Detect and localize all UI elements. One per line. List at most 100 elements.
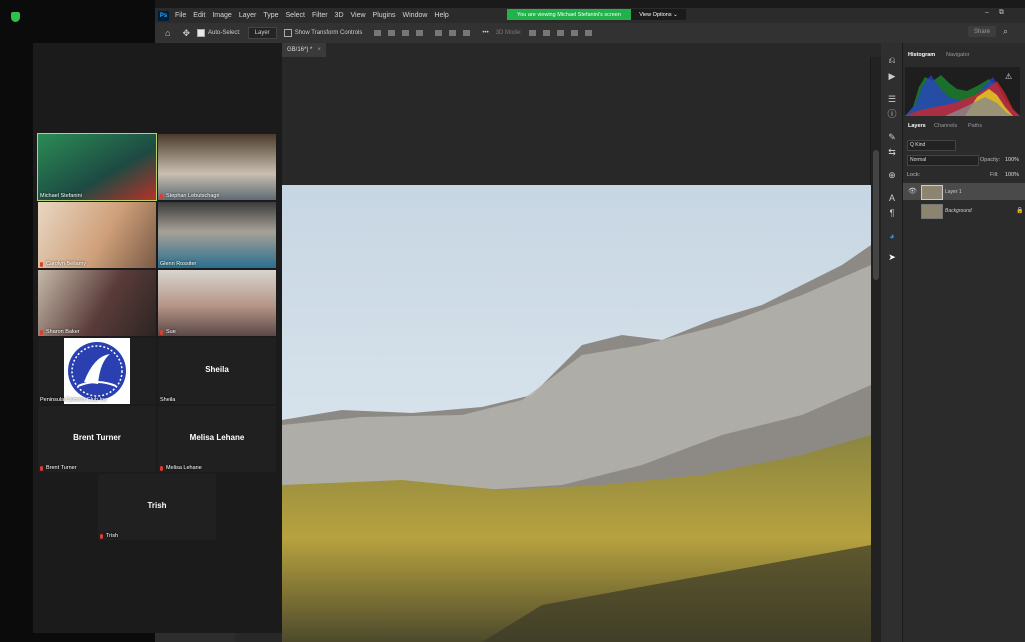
auto-select-target-dropdown[interactable]: Layer <box>247 27 277 39</box>
adjustments-icon[interactable]: ☰ <box>887 95 897 104</box>
layer-thumbnail <box>921 204 943 219</box>
layer-thumbnail <box>921 185 943 200</box>
actions-play-icon[interactable]: ▶ <box>887 72 897 81</box>
status-bar <box>155 633 235 642</box>
opacity-label: Opacity: <box>980 157 1001 163</box>
tab-layers[interactable]: Layers <box>908 123 926 129</box>
opacity-value[interactable]: 100% <box>1005 157 1019 163</box>
share-button[interactable]: Share <box>968 26 996 37</box>
3d-pan-icon[interactable] <box>556 30 564 36</box>
more-options-icon[interactable]: ••• <box>482 30 488 36</box>
participant-display-name: Sheila <box>205 365 229 374</box>
transform-controls-checkbox[interactable] <box>283 29 292 37</box>
tab-paths[interactable]: Paths <box>968 123 982 129</box>
participant-tile[interactable]: Melisa Lehane Melisa Lehane <box>158 406 276 472</box>
camera-club-logo <box>64 338 130 404</box>
vertical-scrollbar[interactable] <box>871 57 881 642</box>
distribute-center-icon[interactable] <box>449 30 457 36</box>
brush-settings-icon[interactable]: ✎ <box>887 133 897 142</box>
paragraph-icon[interactable]: ¶ <box>887 209 897 218</box>
properties-icon[interactable]: ⇆ <box>887 148 897 157</box>
3d-roll-icon[interactable] <box>542 30 550 36</box>
muted-mic-icon <box>160 193 163 199</box>
window-controls[interactable]: – ⧉ <box>985 9 1008 17</box>
align-center-icon[interactable] <box>388 30 396 36</box>
scrollbar-thumb[interactable] <box>873 150 879 280</box>
screen-share-banner: You are viewing Michael Stefanini's scre… <box>507 9 631 20</box>
histogram-graph <box>905 75 1020 116</box>
home-icon[interactable]: ⌂ <box>165 28 170 38</box>
auto-select-checkbox[interactable] <box>196 29 205 37</box>
right-panels <box>903 43 1025 642</box>
participant-name: Sheila <box>160 397 176 403</box>
canvas-photo[interactable] <box>282 185 871 642</box>
participant-name: Peninsula Camera Club Inc <box>40 397 107 403</box>
3d-slide-icon[interactable] <box>570 30 578 36</box>
participant-name: Glenn Rossiter <box>160 261 197 267</box>
participant-tile[interactable]: Brent Turner Brent Turner <box>38 406 156 472</box>
3d-mode-label: 3D Mode: <box>495 30 522 36</box>
menu-image[interactable]: Image <box>212 12 231 19</box>
participant-name: Sue <box>166 329 176 335</box>
layer-row-background[interactable]: Background 🔒 <box>903 202 1025 219</box>
distribute-right-icon[interactable] <box>463 30 471 36</box>
participant-name: Sharon Baker <box>46 329 80 335</box>
3d-rotate-icon[interactable] <box>528 30 536 36</box>
tab-channels[interactable]: Channels <box>934 123 957 129</box>
visibility-eye-icon[interactable]: 👁 <box>908 187 917 195</box>
participant-name: Brent Turner <box>46 465 77 471</box>
layer-name: Background <box>945 208 972 214</box>
participant-tile[interactable]: Sharon Baker <box>38 270 156 336</box>
clone-source-icon[interactable]: ⊕ <box>887 171 897 180</box>
tab-histogram[interactable]: Histogram <box>908 52 935 58</box>
libraries-icon[interactable]: ◕ <box>887 232 897 241</box>
mountain-photo <box>282 185 871 642</box>
fill-value[interactable]: 100% <box>1005 172 1019 178</box>
menu-filter[interactable]: Filter <box>312 12 328 19</box>
character-icon[interactable]: A <box>887 194 897 203</box>
menu-view[interactable]: View <box>351 12 366 19</box>
fill-label: Fill: <box>990 172 999 178</box>
participant-tile[interactable]: Sheila Sheila <box>158 338 276 404</box>
menu-help[interactable]: Help <box>434 12 448 19</box>
info-icon[interactable]: ⓘ <box>887 110 897 119</box>
history-icon[interactable]: ⎌ <box>887 56 897 65</box>
participant-tile[interactable]: Peninsula Camera Club Inc <box>38 338 156 404</box>
menu-select[interactable]: Select <box>286 12 305 19</box>
move-tool-icon[interactable]: ✥ <box>182 28 190 39</box>
participant-tile[interactable]: Glenn Rossiter <box>158 202 276 268</box>
participant-tile[interactable]: Sue <box>158 270 276 336</box>
auto-select-label: Auto-Select: <box>207 30 241 36</box>
layer-kind-filter[interactable]: Q Kind <box>907 140 956 151</box>
participant-name: Carolyn Bellamy <box>46 261 87 267</box>
menu-3d[interactable]: 3D <box>335 12 344 19</box>
menu-edit[interactable]: Edit <box>193 12 205 19</box>
muted-mic-icon <box>160 465 163 471</box>
menu-layer[interactable]: Layer <box>239 12 257 19</box>
view-options-button[interactable]: View Options ⌄ <box>631 9 686 20</box>
close-tab-icon[interactable]: × <box>317 47 321 53</box>
menu-file[interactable]: File <box>175 12 186 19</box>
participant-tile[interactable]: Michael Stefanini <box>37 133 157 201</box>
muted-mic-icon <box>40 465 43 471</box>
3d-scale-icon[interactable] <box>584 30 592 36</box>
document-tab[interactable]: GB/16*) * × <box>282 43 326 57</box>
menu-window[interactable]: Window <box>403 12 428 19</box>
search-icon[interactable]: ⌕ <box>1003 26 1008 37</box>
align-left-icon[interactable] <box>374 30 382 36</box>
align-right-icon[interactable] <box>402 30 410 36</box>
menu-plugins[interactable]: Plugins <box>373 12 396 19</box>
participant-tile[interactable]: Stephan Lebutschagri <box>158 134 276 200</box>
distribute-icon[interactable] <box>435 30 443 36</box>
muted-mic-icon <box>100 533 103 539</box>
align-top-icon[interactable] <box>416 30 424 36</box>
lock-icon: 🔒 <box>1016 208 1024 214</box>
participant-tile[interactable]: Carolyn Bellamy <box>38 202 156 268</box>
layer-row-layer-1[interactable]: 👁 Layer 1 <box>903 183 1025 200</box>
blend-mode-dropdown[interactable]: Normal <box>907 155 979 166</box>
participant-tile[interactable]: Trish Trish <box>98 474 216 540</box>
menu-type[interactable]: Type <box>263 12 278 19</box>
security-shield-icon[interactable] <box>11 12 20 22</box>
tab-navigator[interactable]: Navigator <box>946 52 970 58</box>
warning-icon[interactable]: ⚠ <box>1005 72 1012 81</box>
